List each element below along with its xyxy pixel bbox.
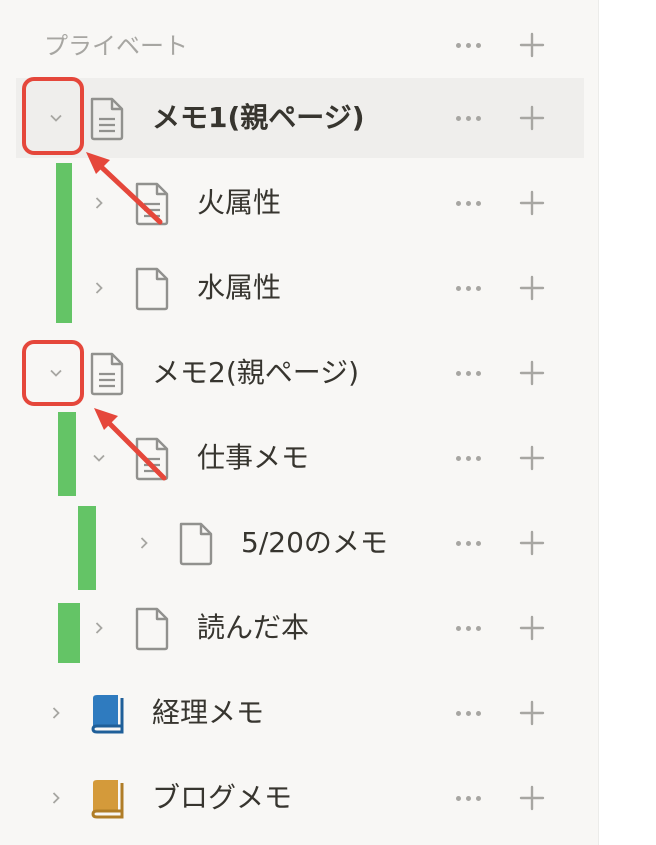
toggle-highlight-box [22, 77, 84, 155]
chevron-right-icon[interactable] [129, 528, 159, 558]
document-lines-icon [90, 97, 124, 141]
chevron-right-icon[interactable] [84, 188, 114, 218]
document-lines-icon [135, 182, 169, 226]
add-page-icon[interactable] [517, 188, 547, 218]
sidebar-item-water[interactable]: 水属性 [16, 248, 584, 328]
sidebar-item-label: 火属性 [197, 186, 282, 219]
add-page-icon[interactable] [517, 613, 547, 643]
add-page-icon[interactable] [517, 358, 547, 388]
sidebar-item-label: メモ1(親ページ) [152, 101, 365, 134]
chevron-down-icon[interactable] [84, 443, 114, 473]
sidebar-item-label: 経理メモ [152, 696, 265, 729]
document-blank-icon [179, 522, 213, 566]
document-blank-icon [135, 607, 169, 651]
sidebar-item-0520-memo[interactable]: 5/20のメモ [16, 503, 584, 583]
sidebar-item-label: メモ2(親ページ) [152, 356, 360, 389]
more-options-icon[interactable] [452, 528, 484, 558]
section-header-actions [16, 0, 584, 80]
indent-guide-memo1-children [56, 163, 72, 323]
blue-notebook-icon [91, 695, 124, 734]
more-options-icon[interactable] [452, 613, 484, 643]
sidebar-item-fire[interactable]: 火属性 [16, 163, 584, 243]
document-lines-icon [135, 437, 169, 481]
add-page-icon[interactable] [517, 103, 547, 133]
indent-guide-memo2-children [58, 412, 76, 496]
sidebar-item-accounting-memo[interactable]: 経理メモ [16, 673, 584, 753]
more-options-icon[interactable] [452, 103, 484, 133]
chevron-right-icon[interactable] [41, 783, 71, 813]
more-options-icon[interactable] [452, 30, 484, 60]
sidebar-item-work-memo[interactable]: 仕事メモ [16, 418, 584, 498]
indent-guide-books-read [58, 603, 80, 663]
sidebar-item-books-read[interactable]: 読んだ本 [16, 588, 584, 668]
document-blank-icon [135, 267, 169, 311]
document-lines-icon [90, 352, 124, 396]
sidebar-item-label: 5/20のメモ [241, 526, 388, 559]
sidebar-item-label: 仕事メモ [197, 441, 310, 474]
more-options-icon[interactable] [452, 698, 484, 728]
add-page-icon[interactable] [517, 30, 547, 60]
chevron-right-icon[interactable] [84, 273, 114, 303]
more-options-icon[interactable] [452, 188, 484, 218]
more-options-icon[interactable] [452, 443, 484, 473]
sidebar-item-label: 水属性 [197, 271, 282, 304]
sidebar-item-label: ブログメモ [152, 781, 293, 814]
more-options-icon[interactable] [452, 273, 484, 303]
sidebar-item-memo2[interactable]: メモ2(親ページ) [16, 333, 584, 413]
sidebar: プライベート メモ1(親ページ) 火属性 水属性 メモ2(親ページ) 仕事メモ … [0, 0, 599, 845]
add-page-icon[interactable] [517, 528, 547, 558]
chevron-right-icon[interactable] [84, 613, 114, 643]
sidebar-item-blog-memo[interactable]: ブログメモ [16, 758, 584, 838]
more-options-icon[interactable] [452, 783, 484, 813]
chevron-right-icon[interactable] [41, 698, 71, 728]
indent-guide-work-memo-children [78, 506, 96, 590]
more-options-icon[interactable] [452, 358, 484, 388]
add-page-icon[interactable] [517, 273, 547, 303]
sidebar-item-memo1[interactable]: メモ1(親ページ) [16, 78, 584, 158]
add-page-icon[interactable] [517, 698, 547, 728]
toggle-highlight-box [22, 340, 84, 406]
add-page-icon[interactable] [517, 443, 547, 473]
orange-notebook-icon [91, 780, 124, 819]
add-page-icon[interactable] [517, 783, 547, 813]
sidebar-item-label: 読んだ本 [197, 611, 310, 644]
